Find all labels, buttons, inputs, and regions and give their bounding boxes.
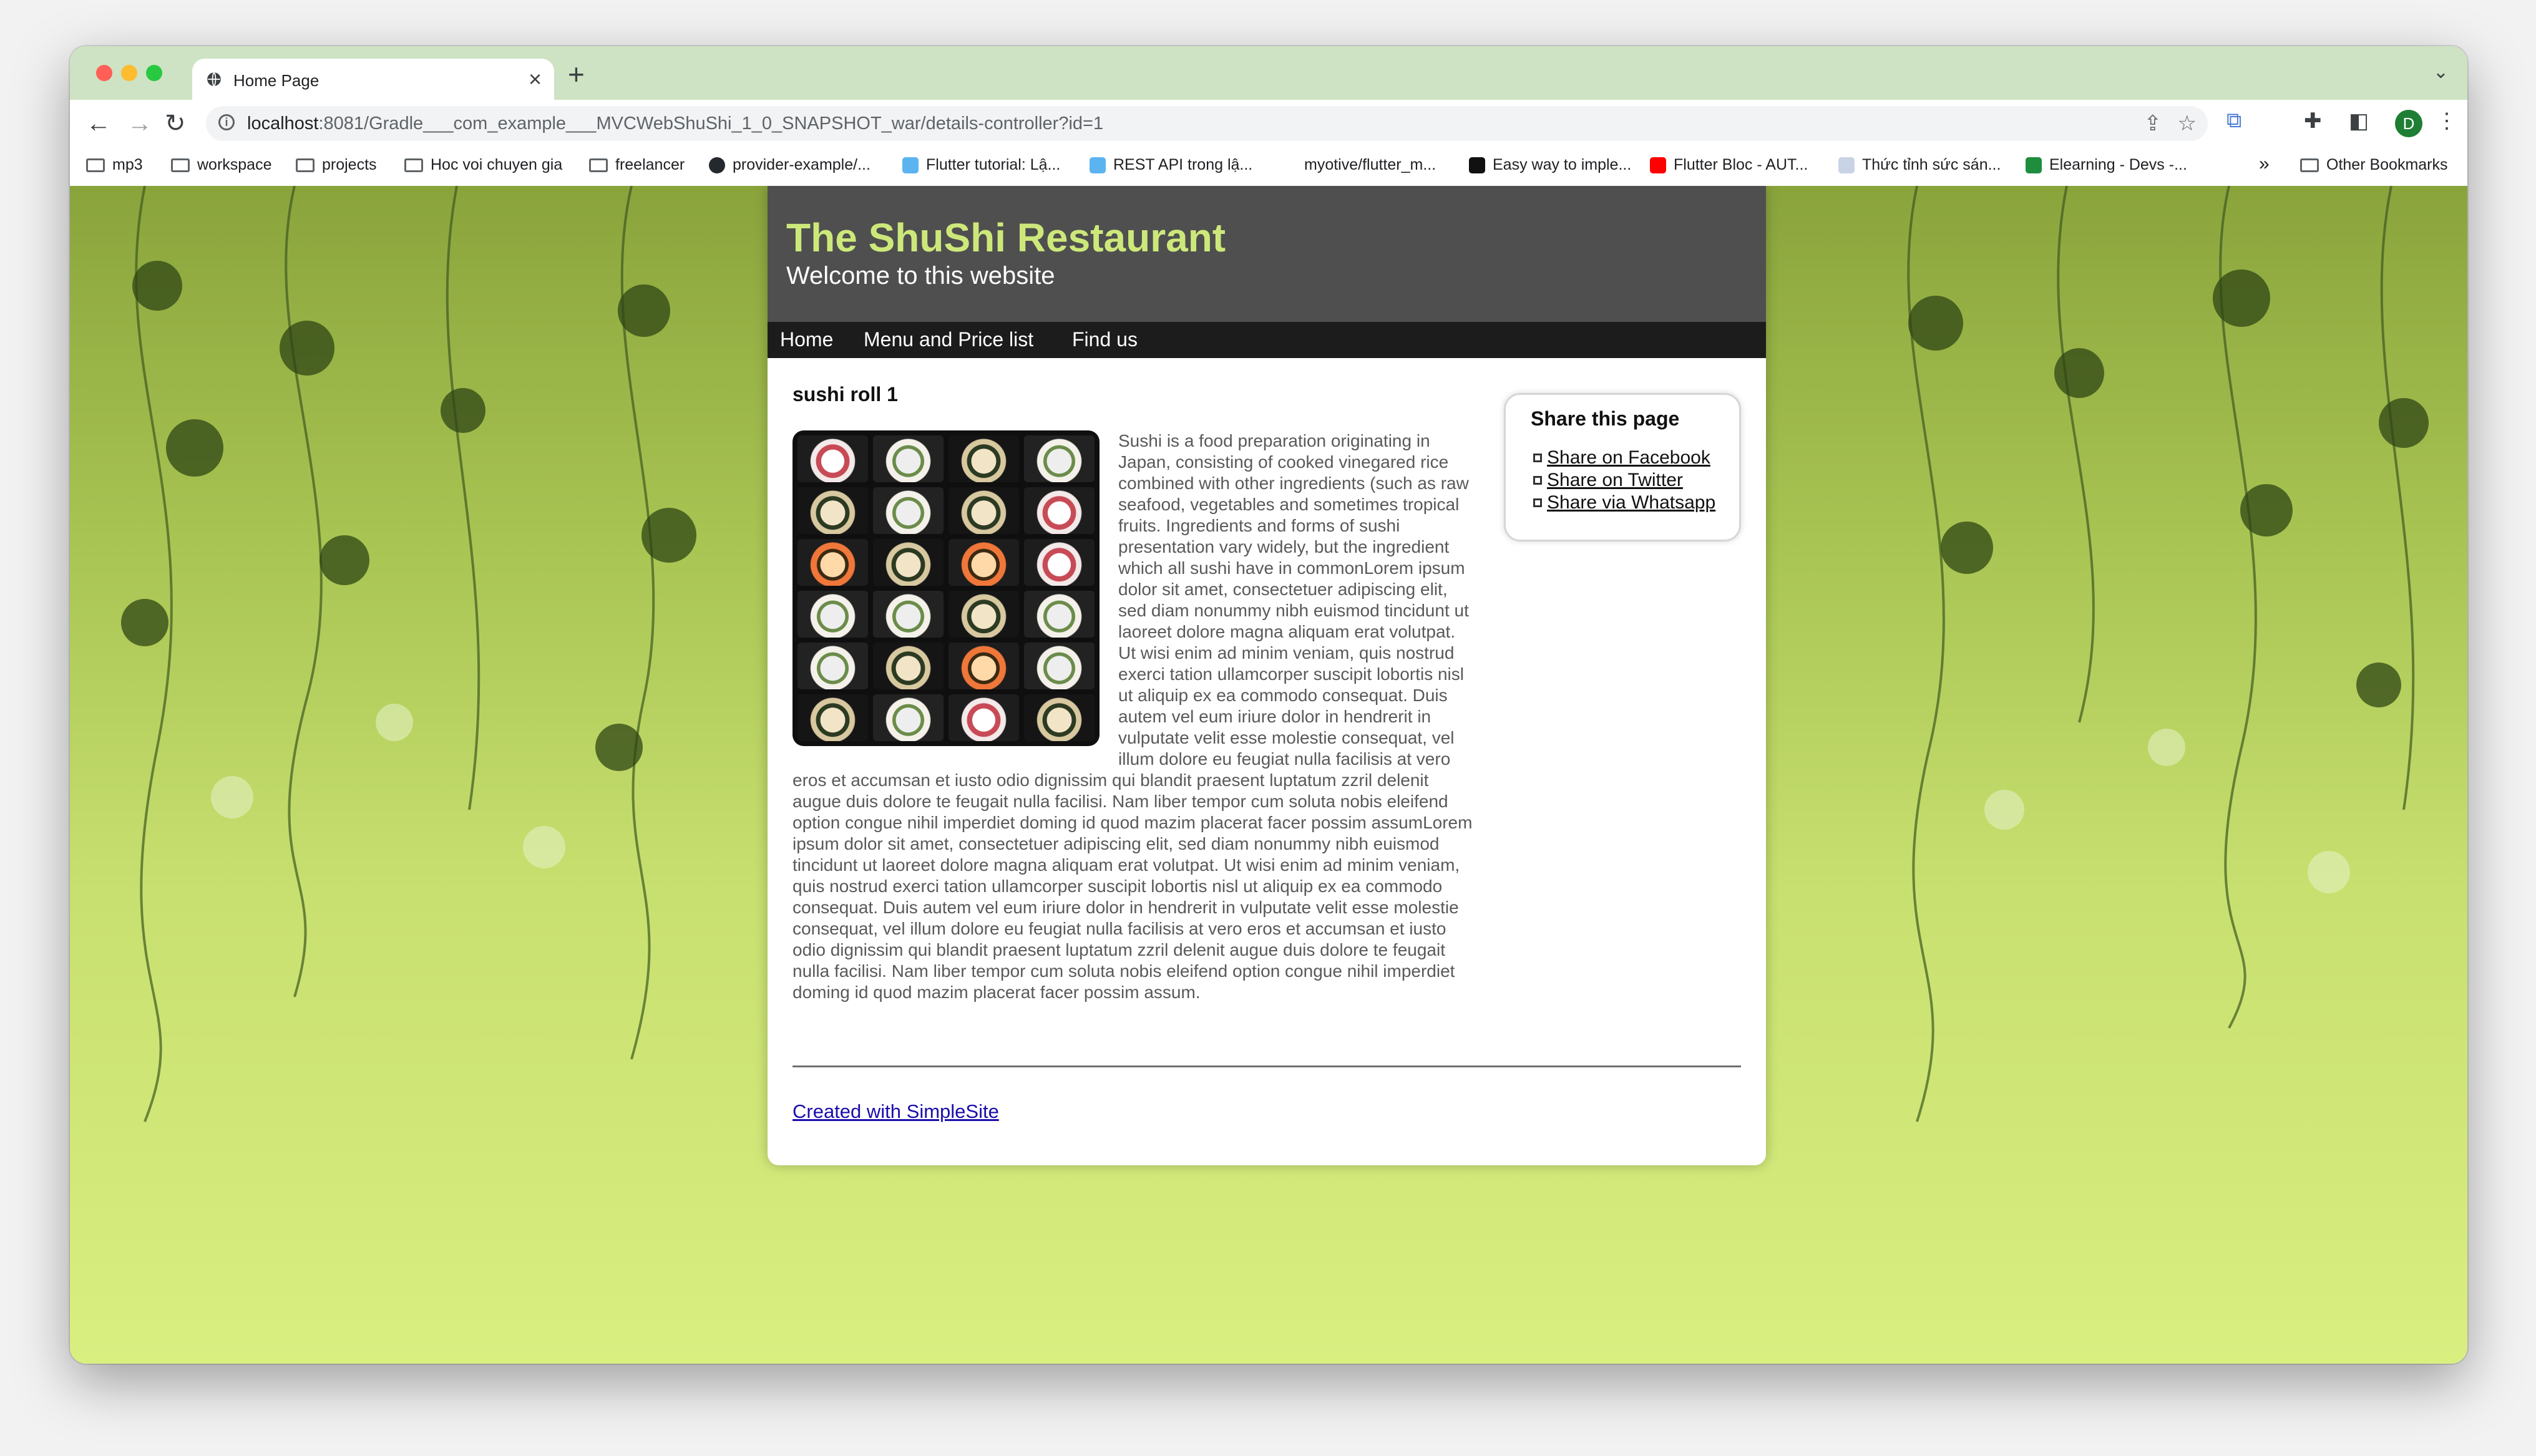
- bookmark-item[interactable]: Elearning - Devs -...: [2026, 156, 2187, 174]
- tab-title: Home Page: [233, 71, 319, 90]
- bookmarks-overflow-button[interactable]: »: [2259, 153, 2270, 175]
- browser-window: Home Page × + ⌄ ← → ↻ i localhost:8081/G…: [70, 46, 2467, 1364]
- url-text[interactable]: localhost:8081/Gradle___com_example___MV…: [247, 114, 1103, 134]
- flutter-icon: [902, 157, 919, 173]
- page-viewport[interactable]: The ShuShi Restaurant Welcome to this we…: [70, 186, 2467, 1364]
- new-tab-button[interactable]: +: [568, 60, 585, 89]
- folder-icon: [2300, 158, 2319, 172]
- folder-icon: [589, 158, 608, 172]
- bookmark-item[interactable]: Thức tỉnh sức sán...: [1838, 156, 2001, 174]
- share-title: Share this page: [1531, 407, 1680, 430]
- bookmark-item[interactable]: Flutter Bloc - AUT...: [1650, 156, 1808, 174]
- url-path: :8081/Gradle___com_example___MVCWebShuSh…: [318, 114, 1104, 133]
- facebook-icon: [1533, 454, 1542, 462]
- bookmark-item[interactable]: Easy way to imple...: [1469, 156, 1631, 174]
- share-twitter-link[interactable]: Share on Twitter: [1533, 470, 1683, 491]
- medium-icon: [1469, 157, 1485, 173]
- back-icon[interactable]: ←: [86, 109, 111, 138]
- folder-icon: [86, 158, 105, 172]
- website-container: The ShuShi Restaurant Welcome to this we…: [768, 186, 1766, 1165]
- bookmark-item[interactable]: mp3: [86, 156, 143, 174]
- close-window-button[interactable]: [96, 65, 112, 81]
- share-facebook-link[interactable]: Share on Facebook: [1533, 447, 1710, 468]
- address-bar[interactable]: i localhost:8081/Gradle___com_example___…: [206, 106, 2208, 141]
- nav-home[interactable]: Home: [780, 328, 833, 351]
- sheets-icon: [2026, 157, 2042, 173]
- bookmark-item[interactable]: provider-example/...: [709, 156, 871, 174]
- bookmark-item[interactable]: projects: [296, 156, 377, 174]
- bookmark-star-icon[interactable]: ☆: [2178, 111, 2197, 136]
- share-this-page-box: Share this page Share on Facebook Share …: [1504, 393, 1741, 541]
- twitter-icon: [1533, 476, 1542, 485]
- folder-icon: [404, 158, 423, 172]
- share-whatsapp-link[interactable]: Share via Whatsapp: [1533, 492, 1715, 513]
- sushi-grid: [797, 435, 1095, 741]
- reload-icon[interactable]: ↻: [165, 109, 186, 138]
- nav-menu-and-price-list[interactable]: Menu and Price list: [864, 328, 1033, 351]
- nav-find-us[interactable]: Find us: [1072, 328, 1138, 351]
- other-bookmarks[interactable]: Other Bookmarks: [2300, 156, 2448, 174]
- globe-icon: [207, 72, 221, 87]
- minimize-window-button[interactable]: [121, 65, 137, 81]
- kebab-menu-icon[interactable]: ⋮: [2436, 109, 2457, 133]
- bookmarks-bar: mp3 workspace projects Hoc voi chuyen gi…: [70, 147, 2467, 187]
- site-subtitle: Welcome to this website: [786, 262, 1055, 289]
- youtube-icon: [1650, 157, 1666, 173]
- flutter-icon: [1090, 157, 1106, 173]
- bookmark-item[interactable]: Flutter tutorial: Lậ...: [902, 156, 1060, 174]
- sushi-rolls-photo: [792, 430, 1100, 746]
- maximize-window-button[interactable]: [146, 65, 162, 81]
- tab-home-page[interactable]: Home Page ×: [192, 59, 554, 100]
- bookmark-item[interactable]: Hoc voi chuyen gia: [404, 156, 562, 174]
- browser-toolbar: ← → ↻ i localhost:8081/Gradle___com_exam…: [70, 100, 2467, 147]
- whatsapp-icon: [1533, 498, 1542, 507]
- bookmark-item[interactable]: myotive/flutter_m...: [1304, 156, 1436, 174]
- site-info-icon[interactable]: i: [218, 114, 235, 130]
- bookmark-item[interactable]: workspace: [171, 156, 272, 174]
- extensions-puzzle-icon[interactable]: ✚: [2304, 109, 2322, 133]
- page-title: sushi roll 1: [792, 383, 898, 405]
- github-icon: [709, 157, 725, 173]
- bookmark-item[interactable]: freelancer: [589, 156, 685, 174]
- share-icon[interactable]: ⇪: [2144, 111, 2162, 136]
- created-with-simplesite-link[interactable]: Created with SimpleSite: [792, 1100, 999, 1123]
- tab-strip: Home Page × + ⌄: [70, 46, 2467, 100]
- close-tab-icon[interactable]: ×: [529, 67, 542, 92]
- site-header: The ShuShi Restaurant Welcome to this we…: [768, 186, 1766, 322]
- site-title: The ShuShi Restaurant: [786, 215, 1226, 260]
- footer-divider: [792, 1065, 1741, 1067]
- side-panel-icon[interactable]: ◧: [2349, 109, 2369, 133]
- folder-icon: [171, 158, 190, 172]
- tab-search-icon[interactable]: ⌄: [2433, 61, 2449, 83]
- site-navigation: Home Menu and Price list Find us: [768, 322, 1766, 358]
- forward-icon[interactable]: →: [127, 109, 152, 138]
- profile-avatar[interactable]: D: [2395, 110, 2422, 137]
- folder-icon: [296, 158, 315, 172]
- bookmark-item[interactable]: REST API trong lậ...: [1090, 156, 1252, 174]
- image-icon: [1838, 157, 1855, 173]
- url-host: localhost: [247, 114, 319, 133]
- translate-extension-icon[interactable]: ⧉: [2226, 109, 2241, 133]
